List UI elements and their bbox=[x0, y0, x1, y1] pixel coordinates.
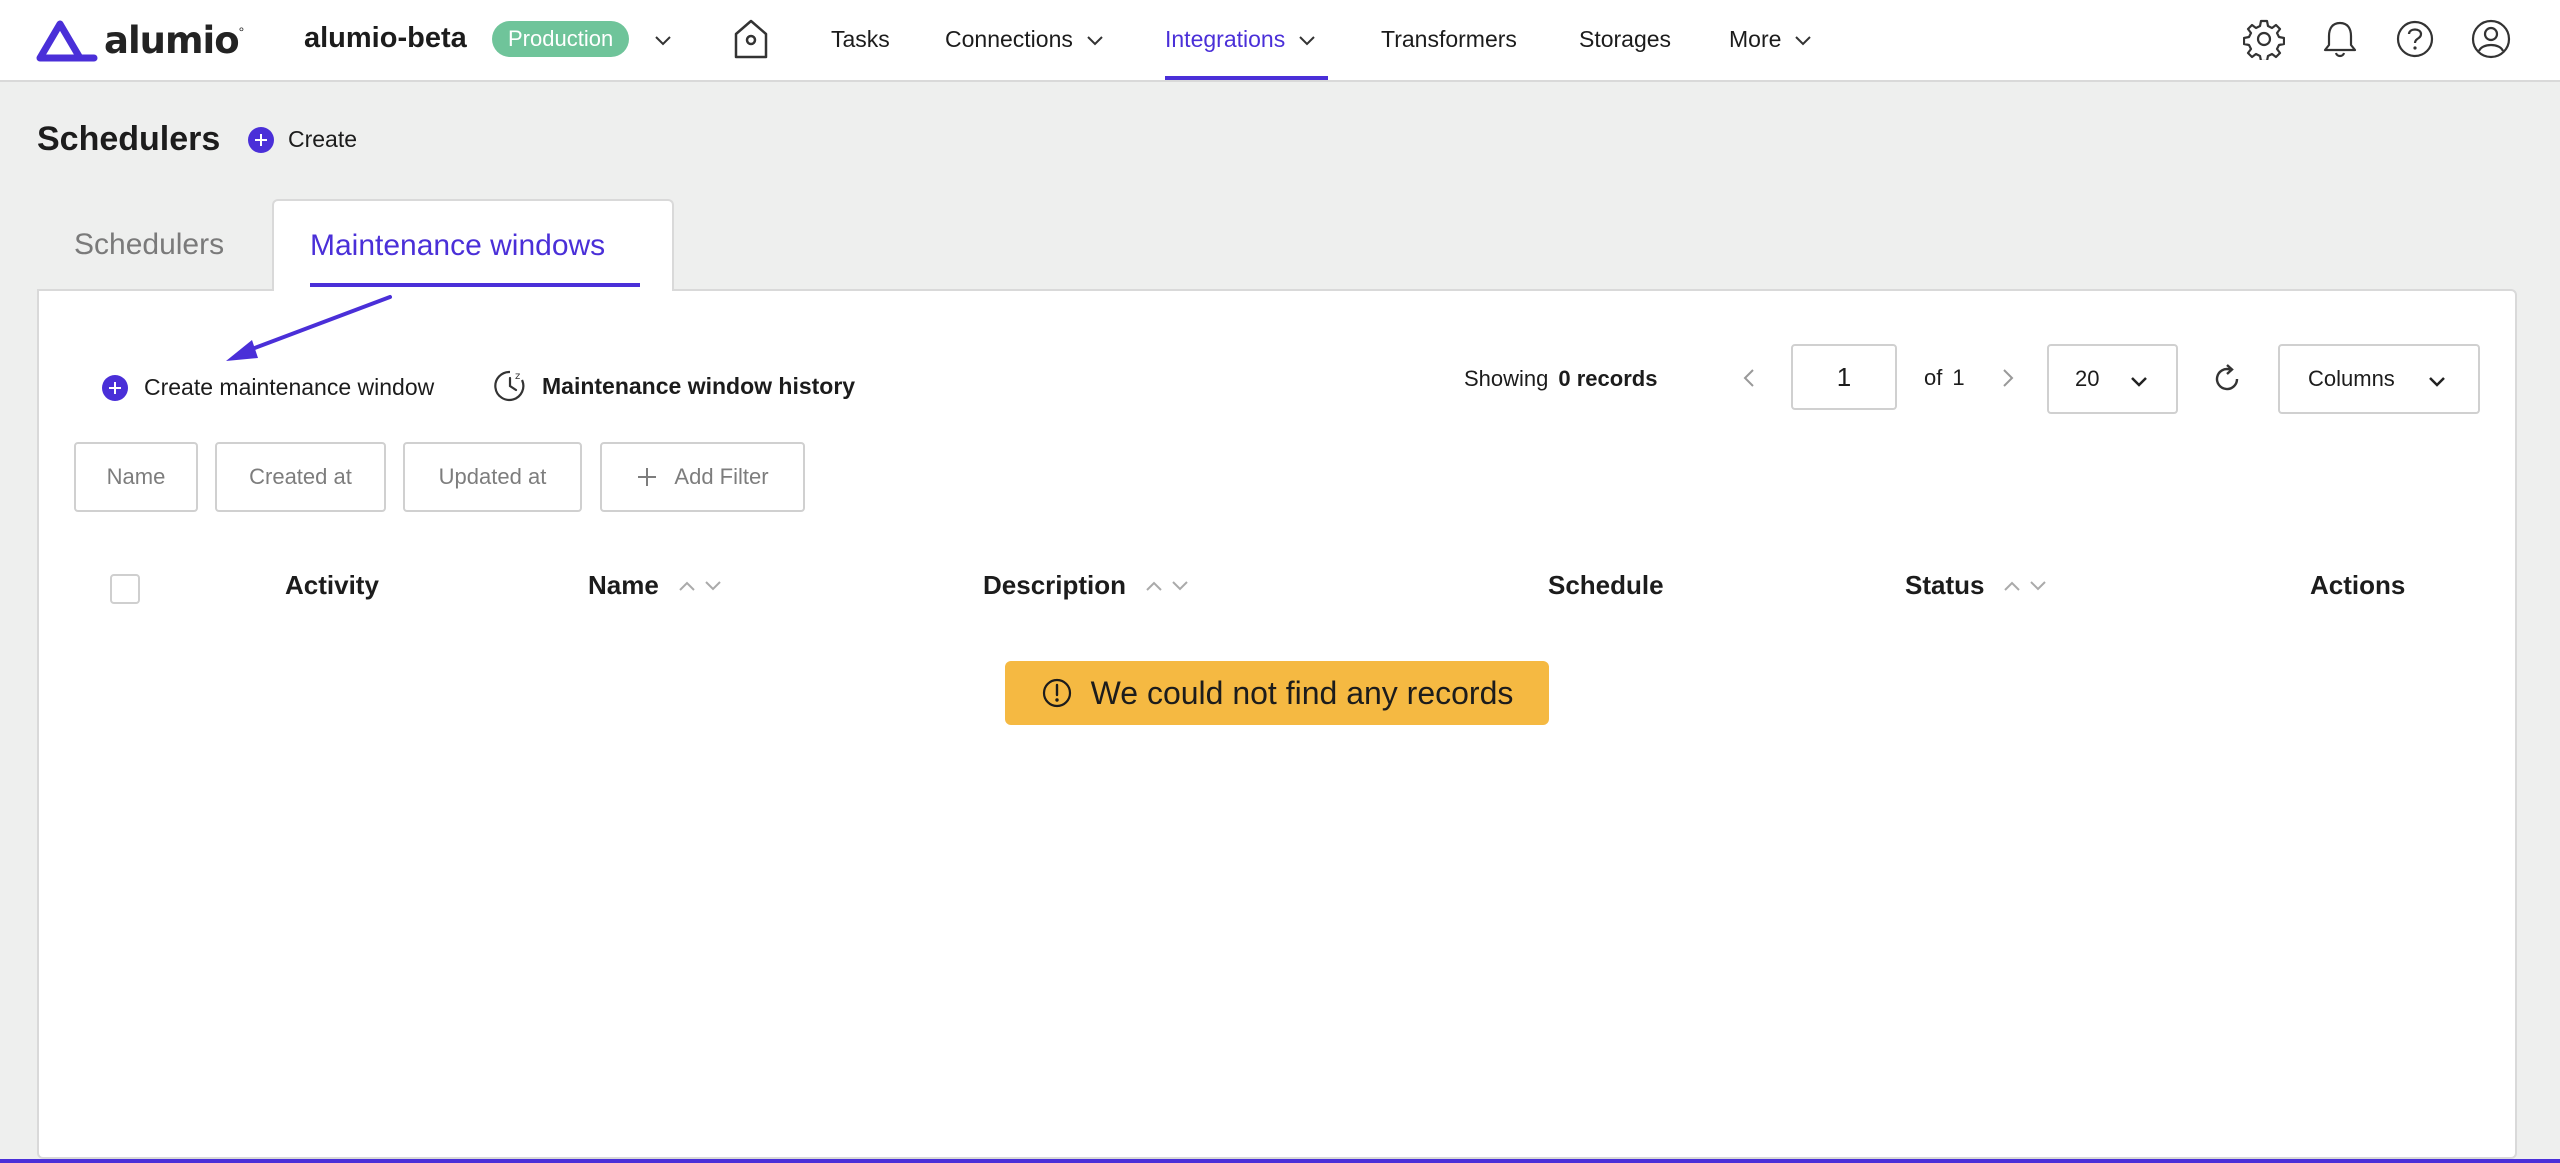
column-status[interactable]: Status bbox=[1905, 570, 2048, 601]
sort-desc-icon[interactable] bbox=[2028, 579, 2048, 593]
total-pages: 1 bbox=[1952, 365, 1965, 390]
plus-circle-icon bbox=[248, 126, 274, 153]
column-description-label: Description bbox=[983, 570, 1127, 600]
nav-connections[interactable]: Connections bbox=[945, 26, 1105, 53]
nav-more[interactable]: More bbox=[1729, 26, 1813, 53]
user-icon[interactable] bbox=[2470, 18, 2512, 60]
showing-label: Showing bbox=[1464, 366, 1549, 391]
filter-created-at-label: Created at bbox=[249, 464, 352, 489]
create-button[interactable]: Create bbox=[248, 126, 357, 153]
column-activity: Activity bbox=[285, 570, 379, 601]
chevron-down-icon bbox=[1795, 35, 1812, 45]
chevron-right-icon[interactable] bbox=[1995, 366, 2019, 390]
alumio-logo[interactable]: alumio ° bbox=[36, 16, 244, 64]
add-filter-label: Add Filter bbox=[674, 464, 769, 489]
top-navigation: alumio ° alumio-beta Production Tasks Co… bbox=[0, 0, 2560, 82]
per-page-value: 20 bbox=[2075, 366, 2100, 391]
nav-tasks[interactable]: Tasks bbox=[831, 26, 890, 53]
gear-icon[interactable] bbox=[2243, 18, 2285, 60]
plus-circle-icon bbox=[102, 374, 128, 401]
columns-dropdown[interactable]: Columns bbox=[2278, 344, 2480, 414]
warning-circle-icon bbox=[1042, 678, 1071, 708]
sort-controls[interactable] bbox=[1144, 579, 1190, 593]
maintenance-window-history-button[interactable]: z Maintenance window history bbox=[492, 368, 855, 404]
nav-storages-label: Storages bbox=[1579, 26, 1672, 52]
records-value: 0 records bbox=[1558, 366, 1658, 391]
tab-maintenance-windows[interactable]: Maintenance windows bbox=[272, 199, 674, 291]
tab-maintenance-windows-label: Maintenance windows bbox=[310, 229, 606, 262]
per-page-select[interactable]: 20 bbox=[2047, 344, 2178, 414]
sort-asc-icon[interactable] bbox=[2002, 579, 2022, 593]
create-button-label: Create bbox=[288, 126, 358, 152]
nav-tasks-label: Tasks bbox=[831, 26, 890, 52]
chevron-down-icon bbox=[1299, 35, 1315, 45]
sort-desc-icon[interactable] bbox=[1170, 579, 1190, 593]
maintenance-window-history-label: Maintenance window history bbox=[542, 372, 856, 399]
alumio-logo-icon bbox=[36, 20, 98, 62]
column-description[interactable]: Description bbox=[983, 570, 1190, 601]
of-label: of bbox=[1924, 365, 1943, 390]
empty-state-banner: We could not find any records bbox=[1005, 661, 1549, 725]
column-schedule: Schedule bbox=[1548, 570, 1664, 601]
refresh-icon[interactable] bbox=[2210, 362, 2244, 396]
sort-desc-icon[interactable] bbox=[703, 579, 723, 593]
tab-schedulers[interactable]: Schedulers bbox=[74, 228, 224, 262]
chevron-down-icon[interactable] bbox=[652, 29, 674, 51]
nav-more-label: More bbox=[1729, 26, 1782, 52]
filter-name-label: Name bbox=[106, 464, 166, 489]
home-icon[interactable] bbox=[732, 18, 770, 60]
nav-transformers-label: Transformers bbox=[1381, 26, 1517, 52]
nav-connections-label: Connections bbox=[945, 26, 1073, 52]
tab-active-indicator bbox=[310, 283, 640, 287]
environment-badge[interactable]: Production bbox=[492, 21, 630, 57]
records-count: Showing 0 records bbox=[1464, 366, 1657, 392]
help-icon[interactable] bbox=[2394, 18, 2436, 60]
page-number-input[interactable] bbox=[1791, 344, 1897, 410]
filter-updated-at-label: Updated at bbox=[438, 464, 547, 489]
logo-registered-mark: ° bbox=[238, 24, 245, 40]
logo-text: alumio bbox=[104, 18, 240, 62]
column-name[interactable]: Name bbox=[588, 570, 723, 601]
svg-text:z: z bbox=[515, 371, 520, 382]
chevron-down-icon bbox=[2429, 377, 2445, 387]
chevron-down-icon bbox=[2131, 377, 2147, 387]
plus-icon bbox=[638, 468, 657, 486]
column-activity-label: Activity bbox=[285, 570, 379, 600]
sort-asc-icon[interactable] bbox=[677, 579, 697, 593]
filter-name[interactable]: Name bbox=[74, 442, 198, 512]
column-name-label: Name bbox=[588, 570, 659, 600]
nav-active-indicator bbox=[1165, 76, 1328, 80]
columns-label: Columns bbox=[2308, 366, 2395, 391]
add-filter-button[interactable]: Add Filter bbox=[600, 442, 805, 512]
page-title: Schedulers bbox=[37, 120, 221, 158]
nav-storages[interactable]: Storages bbox=[1579, 26, 1671, 53]
column-schedule-label: Schedule bbox=[1548, 570, 1664, 600]
chevron-left-icon[interactable] bbox=[1738, 366, 1762, 390]
nav-transformers[interactable]: Transformers bbox=[1381, 26, 1517, 53]
sort-asc-icon[interactable] bbox=[1144, 579, 1164, 593]
bell-icon[interactable] bbox=[2319, 18, 2361, 60]
chevron-down-icon bbox=[1087, 35, 1103, 45]
create-maintenance-window-label: Create maintenance window bbox=[144, 374, 435, 400]
nav-integrations-label: Integrations bbox=[1165, 26, 1286, 52]
select-all-checkbox[interactable] bbox=[110, 574, 140, 604]
filter-updated-at[interactable]: Updated at bbox=[403, 442, 582, 512]
empty-state-message: We could not find any records bbox=[1090, 674, 1514, 711]
workspace-name[interactable]: alumio-beta bbox=[304, 22, 467, 55]
sort-controls[interactable] bbox=[677, 579, 723, 593]
filter-created-at[interactable]: Created at bbox=[215, 442, 386, 512]
column-actions: Actions bbox=[2310, 570, 2405, 601]
column-actions-label: Actions bbox=[2310, 570, 2406, 600]
page-total: of 1 bbox=[1924, 365, 1965, 391]
nav-integrations[interactable]: Integrations bbox=[1165, 26, 1317, 53]
column-status-label: Status bbox=[1905, 570, 1985, 600]
create-maintenance-window-button[interactable]: Create maintenance window bbox=[102, 374, 434, 401]
bottom-accent-line bbox=[0, 1159, 2560, 1163]
history-clock-icon: z bbox=[494, 370, 525, 402]
sort-controls[interactable] bbox=[2002, 579, 2048, 593]
